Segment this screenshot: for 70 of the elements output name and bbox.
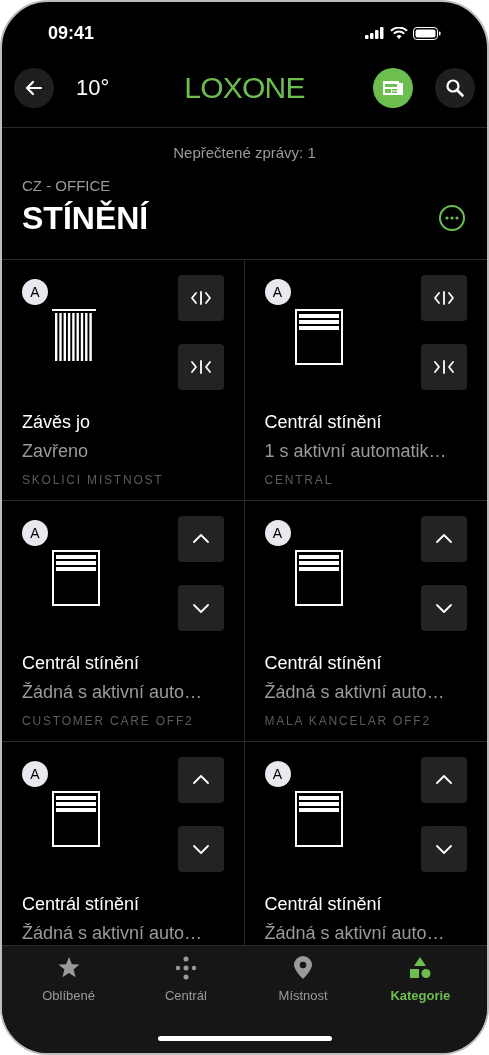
room-label: CUSTOMER CARE OFF2 [22,713,195,730]
more-button[interactable] [439,205,465,231]
automatic-badge: A [264,520,291,546]
unread-messages[interactable]: Nepřečtené zprávy: 1 [173,142,316,165]
tab-item[interactable]: Místnost [244,956,362,1014]
down-button[interactable] [421,826,467,872]
tile-status: Žádná s aktivní auto… [22,922,204,945]
tab-item[interactable]: Kategorie [361,956,479,1014]
up-button[interactable] [421,516,467,562]
tile-status: Žádná s aktivní auto… [22,681,204,704]
tile-name: Centrál stínění [264,893,383,916]
automatic-badge: A [264,761,291,787]
room-label: SKOLICI MISTNOST [22,472,165,489]
room-label: CENTRAL [264,472,335,489]
news-button[interactable] [373,67,413,108]
automatic-badge: A [22,279,48,305]
logo: LOXONE [184,70,305,106]
status-time: 09:41 [48,21,95,45]
down-button[interactable] [177,826,224,872]
search-button[interactable] [435,67,475,108]
wifi-icon [390,26,408,40]
window-blind-icon [52,550,100,606]
up-button[interactable] [421,757,467,803]
close-button[interactable] [177,344,224,390]
room-label: MALA KANCELAR OFF2 [264,713,432,730]
shapes-icon [408,956,433,980]
down-button[interactable] [177,585,224,631]
tile-status: Žádná s aktivní auto… [264,922,446,945]
down-button[interactable] [421,585,467,631]
open-button[interactable] [421,275,467,321]
open-button[interactable] [177,275,224,321]
window-blind-icon [294,791,343,847]
tab-item[interactable]: Centrál [127,956,245,1014]
close-button[interactable] [421,344,467,390]
tile-status: Žádná s aktivní auto… [264,681,446,704]
tile-name: Centrál stínění [264,652,383,675]
tab-item[interactable]: Oblíbené [10,956,128,1014]
curtain-icon [52,309,96,361]
more-icon [445,216,459,220]
window-blind-icon [52,791,100,847]
open-icon [190,288,211,308]
close-curtain-icon [434,357,454,377]
tile-name: Centrál stínění [22,893,141,916]
shading-tile[interactable]: A Centrál stínění Žádná s aktivní auto… MALA KANCELAR OFF2 [244,500,487,741]
signal-icon [365,27,385,39]
window-blind-icon [294,309,343,365]
up-button[interactable] [177,757,224,803]
location-label: CZ - OFFICE [22,175,112,196]
automatic-badge: A [22,761,48,787]
tile-name: Centrál stínění [22,652,141,675]
automatic-badge: A [22,520,48,546]
battery-icon [413,26,441,40]
tile-status: Zavřeno [22,440,90,463]
temperature: 10° [76,74,110,102]
newspaper-icon [382,78,404,97]
search-icon [445,77,465,98]
shading-tile[interactable]: A Centrál stínění Žádná s aktivní auto… CUSTOMER CARE OFF2 [2,500,245,741]
up-button[interactable] [177,516,224,562]
shading-tile[interactable]: A Závěs jo Zavřeno SKOLICI MISTNOST [2,259,245,500]
window-blind-icon [294,550,343,606]
automatic-badge: A [264,279,291,305]
tile-status: 1 s aktivní automatik… [264,440,448,463]
open-icon [434,288,454,308]
tile-name: Centrál stínění [264,411,383,434]
close-curtain-icon [190,357,211,377]
page-title: STÍNĚNÍ [22,199,149,238]
dots-icon [173,956,198,980]
back-button[interactable] [14,67,54,108]
tile-name: Závěs jo [22,411,92,434]
shading-tile[interactable]: A Centrál stínění 1 s aktivní automatik… CENTRAL [244,259,487,500]
